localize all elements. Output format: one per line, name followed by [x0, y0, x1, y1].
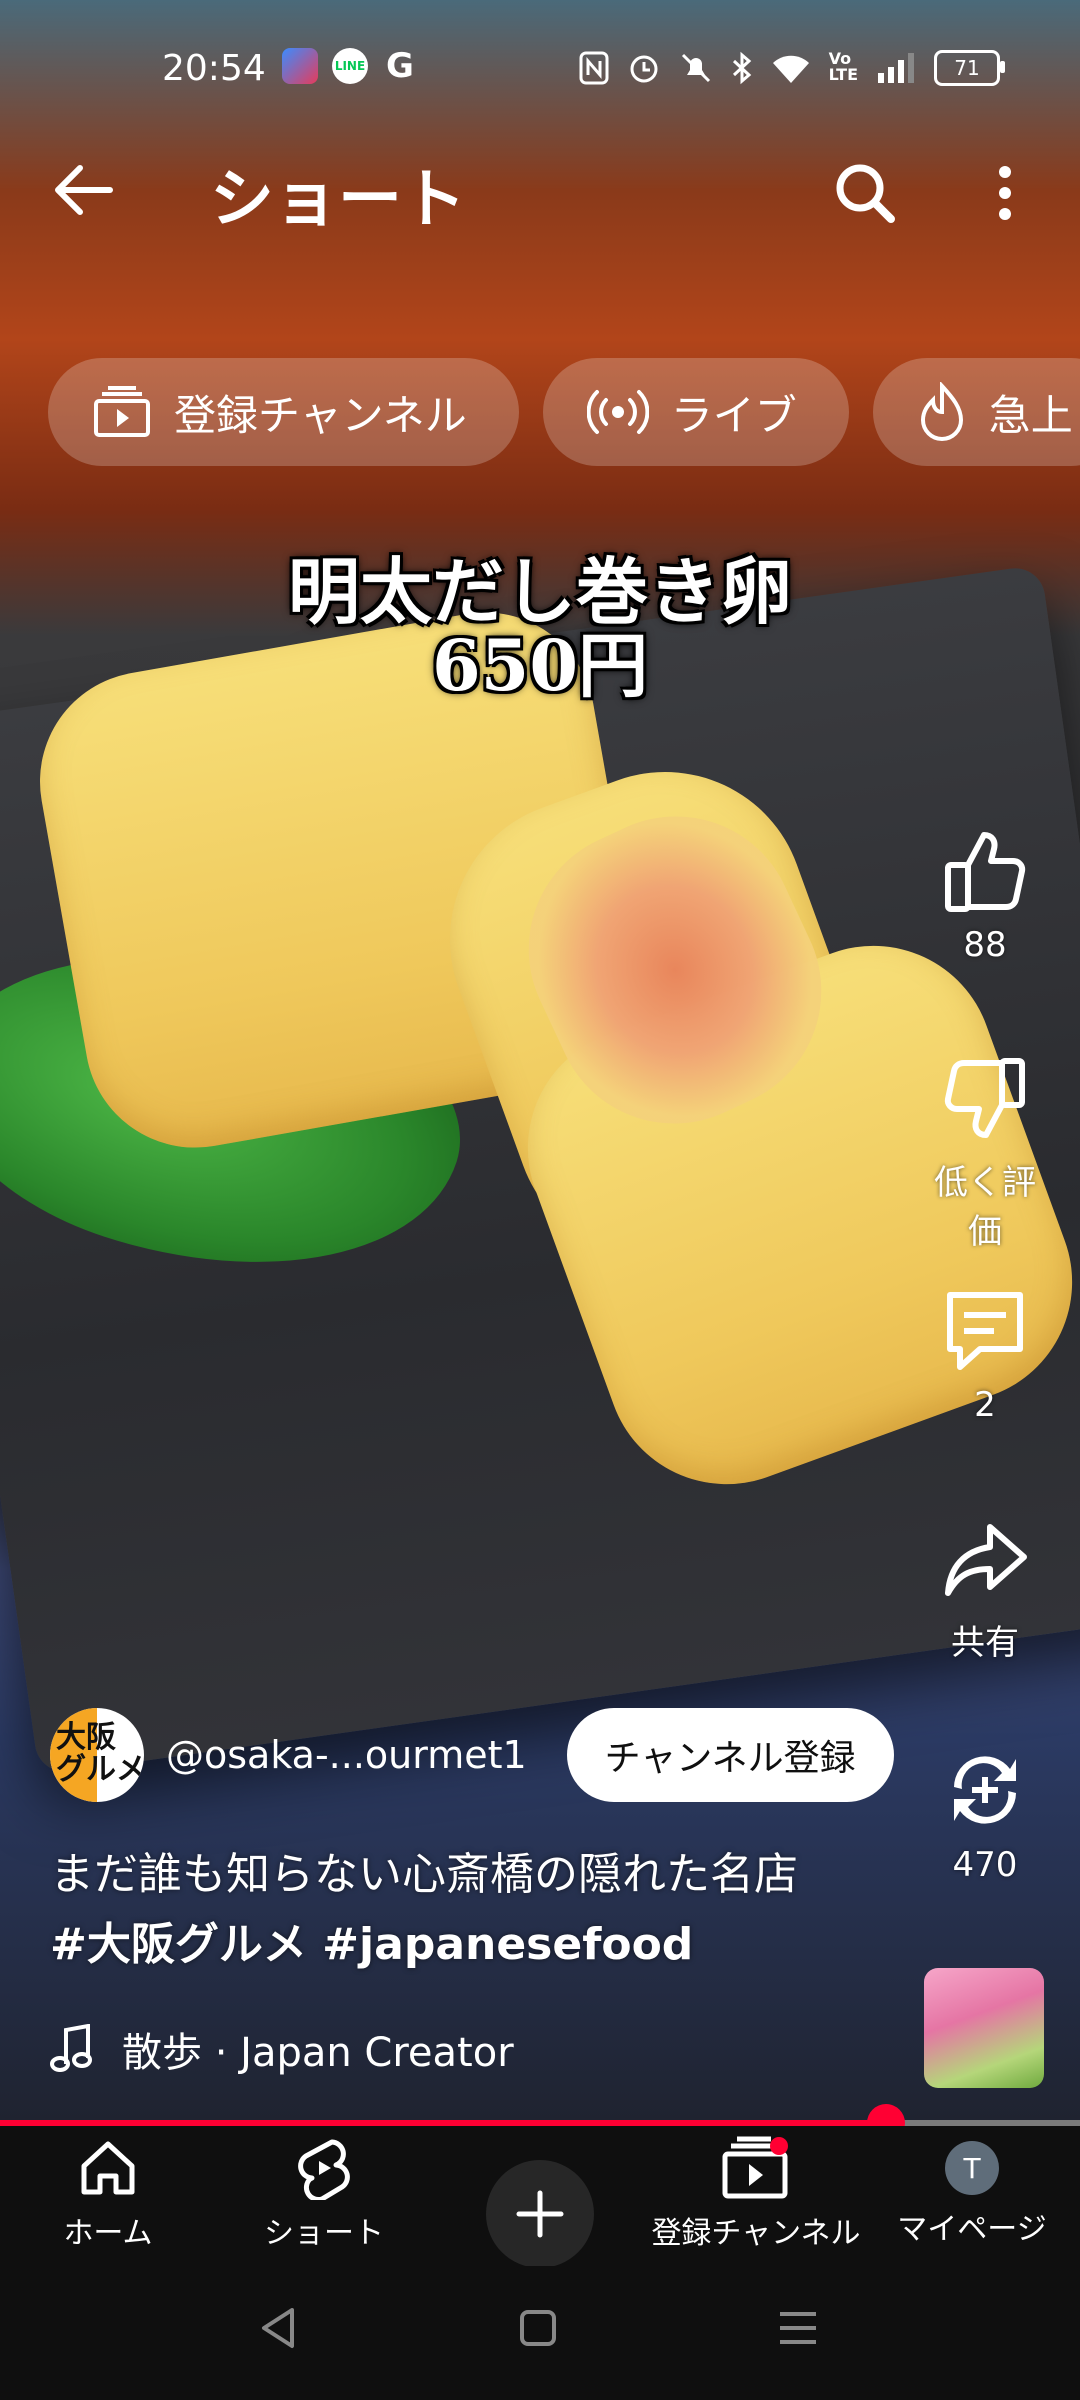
share-icon	[945, 1524, 1027, 1596]
like-button[interactable]: 88	[920, 825, 1050, 965]
nav-mypage[interactable]: T マイページ	[864, 2136, 1080, 2248]
system-back-icon[interactable]	[258, 2306, 298, 2354]
share-button[interactable]: 共有	[920, 1515, 1050, 1664]
dislike-label: 低く評価	[934, 1163, 1036, 1252]
nav-label: マイページ	[897, 2212, 1047, 2247]
mute-icon	[679, 51, 713, 85]
alarm-icon	[627, 51, 661, 85]
chip-trending[interactable]: 急上	[872, 358, 1080, 466]
subscriptions-icon	[94, 386, 150, 437]
video-caption: 明太だし巻き卵 650円	[0, 555, 1080, 703]
create-button[interactable]	[486, 2160, 594, 2268]
status-time: 20:54	[162, 48, 266, 89]
avatar-text: 大阪 グルメ	[56, 1720, 144, 1787]
live-icon	[586, 390, 649, 434]
wifi-icon	[771, 51, 811, 85]
subscriptions-icon	[722, 2136, 788, 2199]
line-icon: LINE	[332, 48, 368, 84]
back-arrow-icon[interactable]	[50, 160, 120, 220]
caption-line-1: 明太だし巻き卵	[287, 549, 792, 634]
subscribe-button[interactable]: チャンネル登録	[566, 1708, 894, 1802]
system-home-icon[interactable]	[518, 2306, 558, 2354]
thumbs-up-icon	[945, 832, 1026, 912]
music-thumbnail[interactable]	[924, 1968, 1044, 2088]
nav-home[interactable]: ホーム	[0, 2136, 216, 2252]
search-icon[interactable]	[830, 158, 900, 228]
app-icon	[282, 48, 318, 84]
chip-label: ライブ	[670, 390, 797, 440]
music-row[interactable]: 散歩 · Japan Creator	[50, 2020, 514, 2078]
music-note-icon	[50, 2024, 92, 2072]
chip-subscriptions[interactable]: 登録チャンネル	[48, 358, 519, 466]
dislike-button[interactable]: 低く評価	[920, 1055, 1050, 1253]
chip-label: 急上	[988, 390, 1073, 440]
nav-label: ショート	[264, 2216, 384, 2251]
remix-icon	[954, 1756, 1016, 1824]
comments-button[interactable]: 2	[920, 1285, 1050, 1425]
nav-label: 登録チャンネル	[651, 2216, 861, 2251]
nav-shorts[interactable]: ショート	[216, 2136, 432, 2252]
system-recents-icon[interactable]	[776, 2306, 820, 2354]
shorts-icon	[298, 2139, 350, 2203]
channel-handle[interactable]: @osaka-...ourmet1	[166, 1733, 527, 1777]
remix-count: 470	[952, 1845, 1018, 1885]
plus-icon	[516, 2190, 564, 2238]
notification-dot	[770, 2137, 788, 2155]
share-label: 共有	[951, 1623, 1019, 1663]
volte-icon: Vo LTE	[828, 49, 858, 84]
filter-chips: 登録チャンネル ライブ 急上	[48, 358, 1080, 466]
status-system-icons: Vo LTE 71	[579, 49, 1005, 86]
page-title: ショート	[210, 163, 466, 237]
thumbs-down-icon	[944, 1058, 1025, 1138]
caption-line-2: 650円	[431, 624, 649, 707]
nav-subscriptions[interactable]: 登録チャンネル	[648, 2136, 864, 2252]
description-hashtags[interactable]: #大阪グルメ #japanesefood	[50, 1910, 910, 1980]
trending-icon	[920, 382, 963, 441]
bluetooth-icon	[731, 51, 753, 85]
more-vert-icon[interactable]	[985, 158, 1025, 228]
comment-count: 2	[974, 1385, 996, 1425]
google-icon: G	[386, 46, 414, 86]
chip-live[interactable]: ライブ	[542, 358, 849, 466]
nav-label: ホーム	[63, 2216, 153, 2251]
like-count: 88	[963, 925, 1007, 965]
user-avatar: T	[945, 2141, 999, 2195]
signal-icon	[876, 51, 916, 85]
remix-button[interactable]: 470	[920, 1745, 1050, 1885]
nfc-icon	[579, 51, 609, 85]
top-app-bar: ショート	[0, 140, 1080, 240]
system-navigation-bar	[0, 2266, 1080, 2400]
chip-label: 登録チャンネル	[174, 390, 467, 440]
status-app-icons: LINE G	[282, 46, 418, 86]
description-text: まだ誰も知らない心斎橋の隠れた名店	[50, 1849, 798, 1900]
channel-row: 大阪 グルメ @osaka-...ourmet1 チャンネル登録	[50, 1705, 894, 1805]
music-label: 散歩 · Japan Creator	[122, 2030, 514, 2076]
battery-indicator: 71	[934, 50, 1005, 86]
video-description[interactable]: まだ誰も知らない心斎橋の隠れた名店 #大阪グルメ #japanesefood	[50, 1840, 910, 1980]
home-icon	[81, 2141, 135, 2195]
status-bar: 20:54 LINE G Vo LTE 71	[0, 40, 1080, 100]
comment-icon	[947, 1292, 1023, 1370]
channel-avatar[interactable]: 大阪 グルメ	[50, 1708, 144, 1802]
